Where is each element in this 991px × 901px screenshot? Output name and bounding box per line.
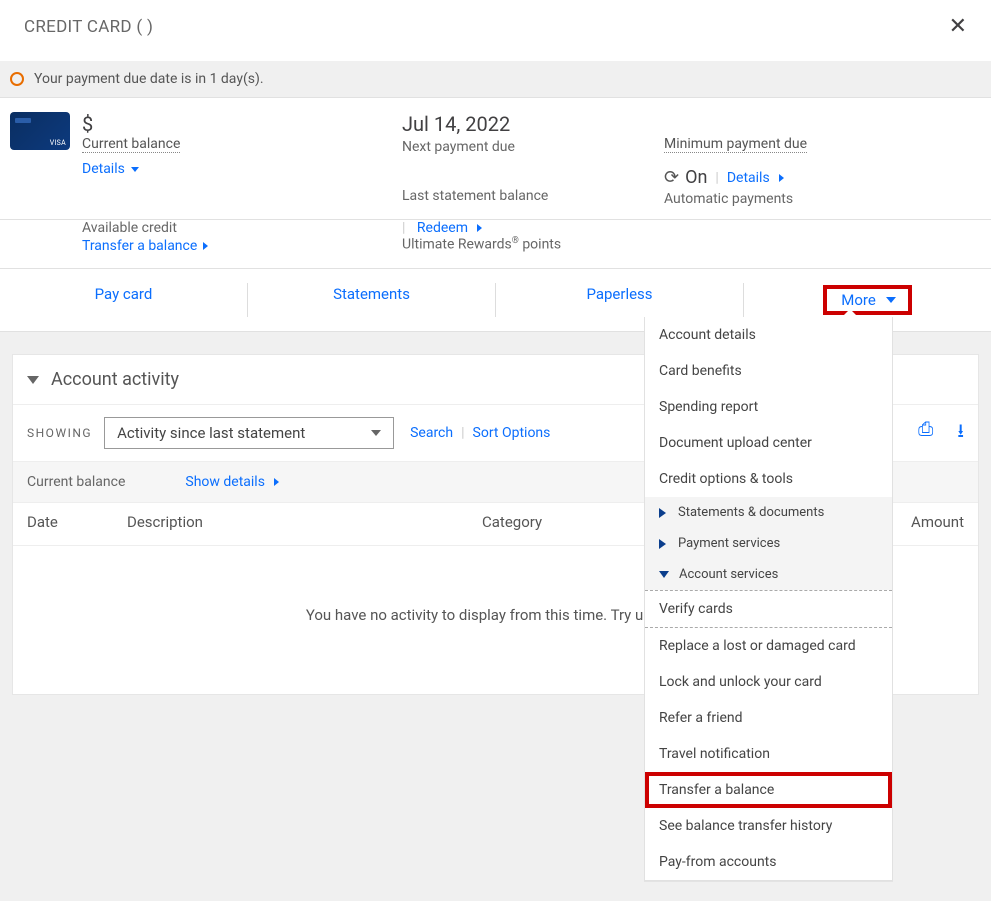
more-highlight: More	[823, 285, 912, 315]
rewards-points-label: Ultimate Rewards® points	[402, 236, 981, 253]
details-text: Details	[82, 161, 125, 177]
menu-document-upload[interactable]: Document upload center	[645, 425, 892, 461]
available-credit-label: Available credit	[82, 220, 402, 236]
menu-card-benefits[interactable]: Card benefits	[645, 353, 892, 389]
menu-transfer-balance[interactable]: Transfer a balance	[645, 772, 892, 808]
tab-pay-card[interactable]: Pay card	[0, 269, 247, 331]
show-details-link[interactable]: Show details	[185, 474, 279, 490]
autopay-label: Automatic payments	[664, 191, 981, 207]
chevron-right-icon	[203, 242, 208, 250]
account-tabs: Pay card Statements Paperless More Accou…	[0, 269, 991, 332]
current-balance-amount: $	[82, 112, 402, 136]
registered-icon: ®	[512, 236, 519, 246]
autopay-status: On	[685, 167, 707, 188]
transfer-balance-text: Transfer a balance	[82, 238, 197, 254]
autopay-details-text: Details	[727, 170, 770, 186]
menu-lock-card[interactable]: Lock and unlock your card	[645, 664, 892, 700]
menu-pay-from-accounts[interactable]: Pay-from accounts	[645, 844, 892, 880]
next-payment-date: Jul 14, 2022	[402, 112, 664, 136]
chevron-right-icon	[274, 478, 279, 486]
menu-section-payment[interactable]: Payment services	[645, 528, 892, 559]
alert-ring-icon	[10, 72, 24, 86]
card-art-icon	[10, 112, 70, 150]
separator: |	[402, 220, 413, 236]
menu-credit-options[interactable]: Credit options & tools	[645, 461, 892, 497]
last-statement-label: Last statement balance	[402, 188, 664, 204]
triangle-down-icon	[659, 571, 669, 578]
triangle-right-icon	[659, 539, 666, 549]
current-balance-row-label: Current balance	[27, 474, 125, 490]
menu-section-statements[interactable]: Statements & documents	[645, 497, 892, 528]
redeem-link[interactable]: Redeem	[417, 220, 483, 236]
current-balance-label: Current balance	[82, 137, 180, 153]
menu-account-details[interactable]: Account details	[645, 317, 892, 353]
autopay-row: ⟳ On | Details	[664, 167, 981, 188]
search-link[interactable]: Search	[410, 425, 453, 441]
menu-verify-cards[interactable]: Verify cards	[645, 590, 892, 628]
showing-select[interactable]: Activity since last statement	[104, 417, 394, 449]
separator: |	[707, 170, 726, 186]
chevron-down-icon	[371, 430, 381, 436]
menu-refer-friend[interactable]: Refer a friend	[645, 700, 892, 736]
balance-details-link[interactable]: Details	[82, 161, 139, 177]
autopay-details-link[interactable]: Details	[727, 170, 784, 186]
sort-options-link[interactable]: Sort Options	[473, 425, 551, 441]
menu-travel-notification[interactable]: Travel notification	[645, 736, 892, 772]
chevron-down-icon	[886, 297, 896, 303]
menu-section-account[interactable]: Account services	[645, 559, 892, 590]
menu-replace-card[interactable]: Replace a lost or damaged card	[645, 628, 892, 664]
min-payment-label: Minimum payment due	[664, 137, 807, 153]
col-date: Date	[27, 513, 127, 531]
col-amount: Amount	[884, 513, 964, 531]
more-text: More	[841, 291, 876, 309]
menu-spending-report[interactable]: Spending report	[645, 389, 892, 425]
rewards-redeem-row: | Redeem	[402, 220, 981, 236]
chevron-down-icon	[131, 167, 139, 172]
triangle-right-icon	[659, 508, 666, 518]
showing-value: Activity since last statement	[117, 424, 305, 442]
triangle-down-icon	[27, 376, 39, 384]
page-header: CREDIT CARD ( ) ✕	[0, 0, 991, 61]
activity-title: Account activity	[51, 369, 179, 390]
more-dropdown: Account details Card benefits Spending r…	[644, 317, 893, 881]
close-icon[interactable]: ✕	[949, 14, 967, 39]
separator: |	[453, 425, 472, 441]
due-date-notice: Your payment due date is in 1 day(s).	[0, 61, 991, 98]
notice-text: Your payment due date is in 1 day(s).	[34, 71, 264, 87]
tab-statements[interactable]: Statements	[248, 269, 495, 331]
redeem-text: Redeem	[417, 220, 468, 236]
print-icon[interactable]: ⎙	[918, 417, 933, 449]
autopay-refresh-icon: ⟳	[664, 167, 679, 188]
download-icon[interactable]: ⭳	[957, 417, 964, 449]
transfer-balance-link[interactable]: Transfer a balance	[82, 238, 208, 254]
showing-label: SHOWING	[27, 426, 92, 440]
chevron-right-icon	[779, 174, 784, 182]
col-description: Description	[127, 513, 482, 531]
menu-balance-transfer-history[interactable]: See balance transfer history	[645, 808, 892, 844]
account-overview: $ Current balance Details Jul 14, 2022 N…	[0, 98, 991, 332]
page-title: CREDIT CARD ( )	[24, 17, 153, 37]
chevron-right-icon	[477, 224, 482, 232]
next-payment-label: Next payment due	[402, 139, 664, 155]
